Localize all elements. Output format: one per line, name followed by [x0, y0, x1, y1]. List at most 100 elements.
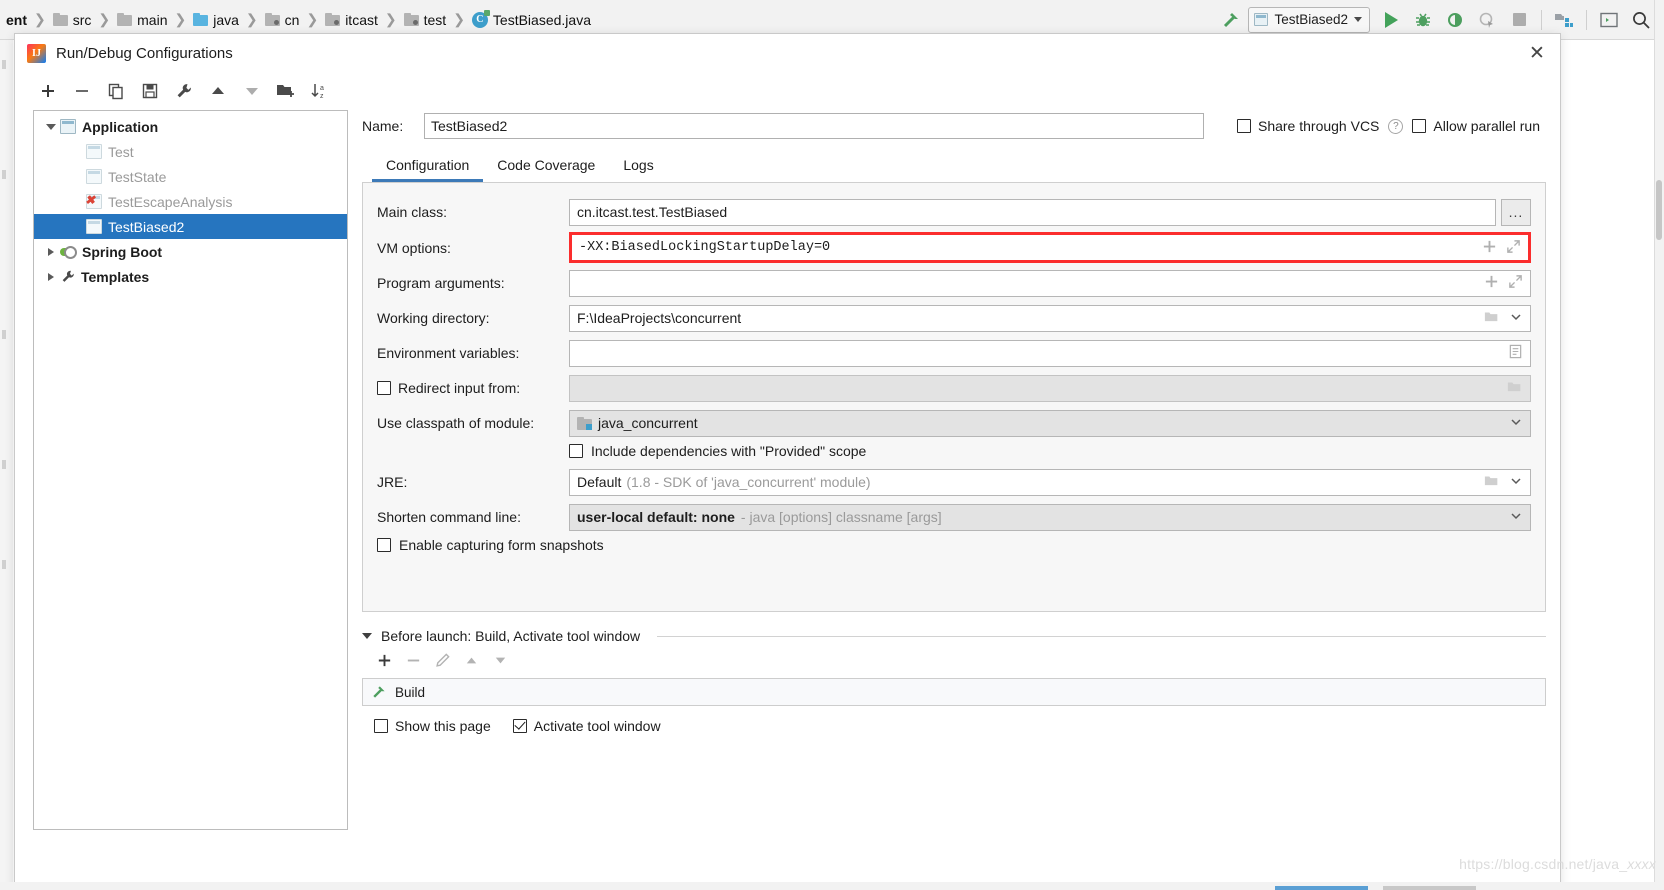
chevron-right-icon[interactable] — [42, 272, 60, 281]
name-label: Name: — [362, 118, 404, 134]
run-play-icon[interactable] — [1376, 6, 1406, 34]
application-icon — [1254, 13, 1269, 26]
chevron-down-icon[interactable] — [1509, 509, 1523, 526]
edit-env-vars-icon[interactable] — [1508, 344, 1523, 362]
enable-form-snapshots-checkbox[interactable]: Enable capturing form snapshots — [377, 537, 1531, 553]
move-task-up-button[interactable] — [463, 652, 480, 672]
add-configuration-button[interactable] — [33, 77, 63, 105]
hammer-icon[interactable] — [1216, 6, 1246, 34]
before-launch-task-label: Build — [395, 684, 426, 700]
browse-folder-icon[interactable] — [1484, 310, 1500, 327]
run-configuration-selector[interactable]: TestBiased2 — [1248, 6, 1370, 33]
jre-select[interactable]: Default (1.8 - SDK of 'java_concurrent' … — [569, 468, 1531, 496]
ok-button[interactable] — [1275, 886, 1368, 890]
breadcrumb-separator: ❯ — [98, 11, 111, 27]
ide-left-gutter — [0, 40, 13, 890]
dialog-title-bar: IJ Run/Debug Configurations ✕ — [15, 34, 1560, 72]
checkbox-box — [1236, 119, 1251, 133]
checkbox-box — [377, 381, 391, 395]
cancel-button[interactable] — [1383, 886, 1476, 890]
terminal-icon[interactable] — [1594, 6, 1624, 34]
copy-configuration-button[interactable] — [101, 77, 131, 105]
program-arguments-input[interactable] — [569, 269, 1531, 297]
tree-item-templates[interactable]: Templates — [34, 264, 347, 289]
search-icon[interactable] — [1626, 6, 1656, 34]
tree-item-application[interactable]: Application — [34, 114, 347, 139]
save-configuration-button[interactable] — [135, 77, 165, 105]
tree-item-label: TestState — [108, 168, 167, 185]
chevron-down-icon[interactable] — [1509, 474, 1523, 491]
browse-main-class-button[interactable]: ... — [1501, 198, 1531, 226]
expand-editor-icon[interactable] — [1508, 274, 1523, 292]
tab-code-coverage[interactable]: Code Coverage — [483, 150, 609, 182]
vm-options-input[interactable]: -XX:BiasedLockingStartupDelay=0 — [572, 235, 1528, 260]
add-task-button[interactable] — [376, 652, 393, 672]
tree-item-testbiased2[interactable]: TestBiased2 — [34, 214, 347, 239]
remove-configuration-button[interactable] — [67, 77, 97, 105]
application-icon — [60, 119, 76, 134]
collapse-triangle-icon[interactable] — [362, 633, 372, 639]
before-launch-task-list[interactable]: Build — [362, 678, 1546, 706]
folder-icon — [117, 13, 133, 26]
working-directory-input[interactable]: F:\IdeaProjects\concurrent — [569, 304, 1531, 332]
vm-options-highlight: -XX:BiasedLockingStartupDelay=0 — [569, 232, 1531, 263]
run-with-coverage-icon[interactable] — [1440, 6, 1470, 34]
share-through-vcs-checkbox[interactable]: Share through VCS — [1236, 118, 1379, 134]
profiler-icon[interactable] — [1472, 6, 1502, 34]
debug-bug-icon[interactable] — [1408, 6, 1438, 34]
stop-icon[interactable] — [1504, 6, 1534, 34]
redirect-input-input[interactable] — [569, 374, 1531, 402]
expand-editor-icon[interactable] — [1506, 239, 1521, 257]
chevron-right-icon[interactable] — [42, 247, 60, 256]
remove-task-button[interactable] — [405, 652, 422, 672]
edit-task-pencil-icon[interactable] — [434, 652, 451, 672]
move-up-button[interactable] — [203, 77, 233, 105]
configuration-tabs: Configuration Code Coverage Logs — [362, 150, 1546, 182]
move-task-down-button[interactable] — [492, 652, 509, 672]
chevron-down-icon[interactable] — [1509, 310, 1523, 327]
tree-item-teststate[interactable]: TestState — [34, 164, 347, 189]
activate-tool-window-checkbox[interactable]: Activate tool window — [512, 718, 661, 734]
tab-logs[interactable]: Logs — [609, 150, 667, 182]
breadcrumb-label: cn — [284, 11, 300, 28]
chevron-down-icon[interactable] — [1509, 415, 1523, 432]
expand-macros-icon[interactable] — [1482, 239, 1497, 257]
chevron-down-icon[interactable] — [42, 123, 60, 130]
working-directory-label: Working directory: — [377, 310, 490, 326]
package-icon — [325, 13, 341, 26]
working-directory-value: F:\IdeaProjects\concurrent — [577, 310, 742, 326]
tab-configuration[interactable]: Configuration — [372, 150, 484, 182]
show-this-page-checkbox[interactable]: Show this page — [374, 718, 491, 734]
use-classpath-of-module-select[interactable]: java_concurrent — [569, 409, 1531, 437]
move-down-button[interactable] — [237, 77, 267, 105]
name-input[interactable]: TestBiased2 — [424, 113, 1204, 139]
move-into-folder-button[interactable] — [271, 77, 301, 105]
configurations-tree[interactable]: Application Test TestState ✖ TestEscapeA… — [33, 110, 348, 830]
shorten-command-line-select[interactable]: user-local default: none - java [options… — [569, 503, 1531, 531]
sort-az-icon[interactable]: az — [305, 77, 335, 105]
environment-variables-input[interactable] — [569, 339, 1531, 367]
tree-item-testescapeanalysis[interactable]: ✖ TestEscapeAnalysis — [34, 189, 347, 214]
edit-templates-wrench-icon[interactable] — [169, 77, 199, 105]
close-icon[interactable]: ✕ — [1524, 40, 1550, 66]
editor-scrollbar[interactable] — [1656, 180, 1662, 240]
redirect-input-checkbox[interactable]: Redirect input from: — [377, 380, 569, 396]
include-provided-scope-checkbox[interactable]: Include dependencies with "Provided" sco… — [569, 443, 1531, 459]
tree-item-spring-boot[interactable]: Spring Boot — [34, 239, 347, 264]
expand-macros-icon[interactable] — [1484, 274, 1499, 292]
browse-folder-icon[interactable] — [1484, 474, 1500, 491]
redirect-input-row: Redirect input from: — [377, 373, 1531, 403]
before-launch-header[interactable]: Before launch: Build, Activate tool wind… — [362, 628, 1546, 644]
help-icon[interactable]: ? — [1388, 118, 1404, 134]
browse-folder-icon[interactable] — [1507, 380, 1523, 397]
breadcrumb-label: main — [137, 11, 168, 28]
allow-parallel-run-checkbox[interactable]: Allow parallel run — [1412, 118, 1540, 134]
intellij-logo-icon: IJ — [27, 43, 46, 63]
checkbox-box — [569, 444, 583, 458]
package-icon — [264, 13, 280, 26]
breadcrumb-separator: ❯ — [245, 11, 258, 27]
tree-item-label: Templates — [81, 268, 150, 285]
main-class-input[interactable]: cn.itcast.test.TestBiased — [569, 198, 1496, 226]
tree-item-test[interactable]: Test — [34, 139, 347, 164]
project-structure-icon[interactable] — [1549, 6, 1579, 34]
